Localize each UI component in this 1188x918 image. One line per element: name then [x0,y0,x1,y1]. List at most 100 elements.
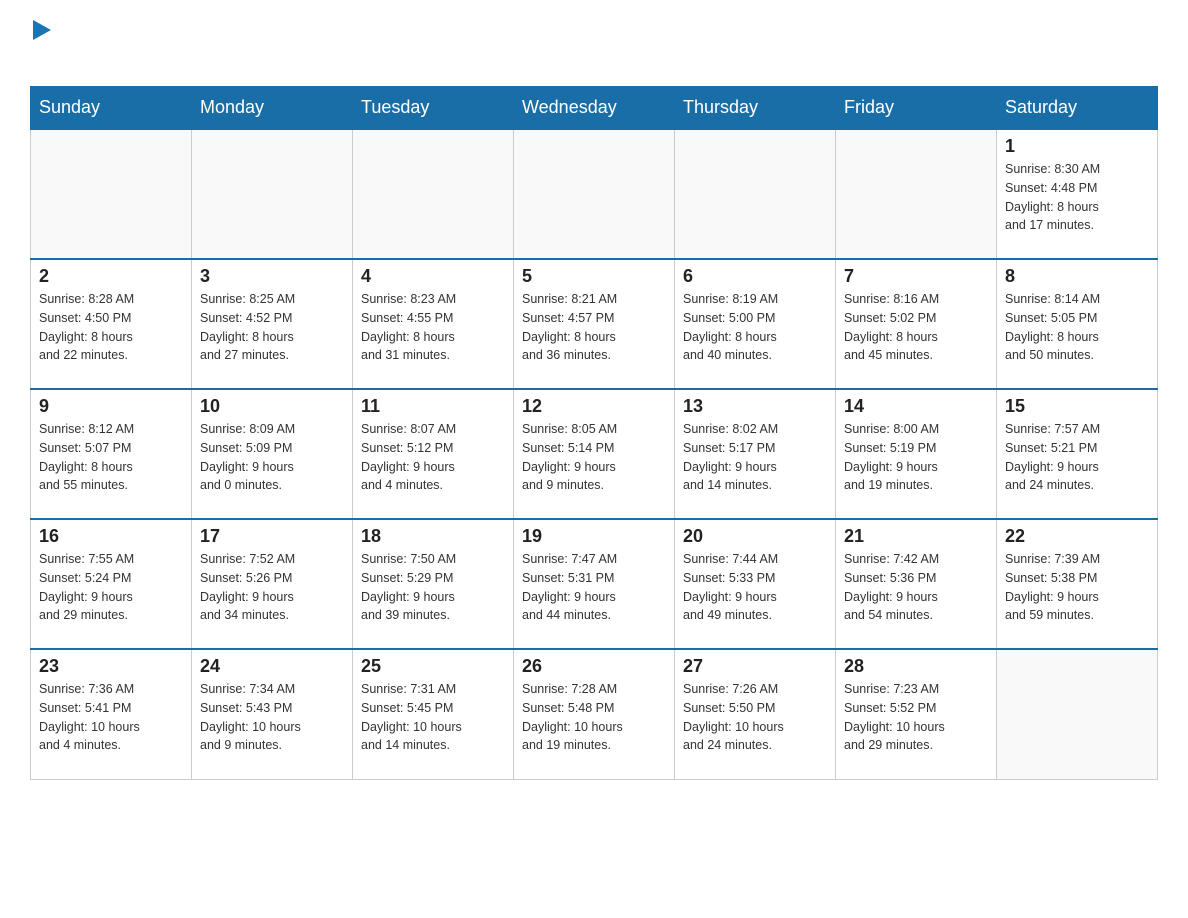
weekday-header-thursday: Thursday [675,87,836,130]
calendar-cell: 23 Sunrise: 7:36 AMSunset: 5:41 PMDayligh… [31,649,192,779]
day-info: Sunrise: 8:00 AMSunset: 5:19 PMDaylight:… [844,420,988,495]
day-number: 5 [522,266,666,287]
logo-blue-text [30,42,34,75]
day-info: Sunrise: 8:16 AMSunset: 5:02 PMDaylight:… [844,290,988,365]
day-number: 17 [200,526,344,547]
weekday-header-monday: Monday [192,87,353,130]
logo-triangle-icon [33,20,51,40]
calendar-cell: 9 Sunrise: 8:12 AMSunset: 5:07 PMDaylight… [31,389,192,519]
day-info: Sunrise: 8:21 AMSunset: 4:57 PMDaylight:… [522,290,666,365]
calendar-cell: 1 Sunrise: 8:30 AMSunset: 4:48 PMDaylight… [997,129,1158,259]
day-info: Sunrise: 7:57 AMSunset: 5:21 PMDaylight:… [1005,420,1149,495]
calendar-cell: 22 Sunrise: 7:39 AMSunset: 5:38 PMDayligh… [997,519,1158,649]
calendar-cell: 21 Sunrise: 7:42 AMSunset: 5:36 PMDayligh… [836,519,997,649]
day-number: 4 [361,266,505,287]
day-number: 18 [361,526,505,547]
day-info: Sunrise: 8:19 AMSunset: 5:00 PMDaylight:… [683,290,827,365]
day-number: 12 [522,396,666,417]
weekday-header-friday: Friday [836,87,997,130]
calendar-cell: 5 Sunrise: 8:21 AMSunset: 4:57 PMDaylight… [514,259,675,389]
day-number: 24 [200,656,344,677]
calendar-cell: 14 Sunrise: 8:00 AMSunset: 5:19 PMDayligh… [836,389,997,519]
calendar-cell: 10Sunrise: 8:09 AMSunset: 5:09 PMDayligh… [192,389,353,519]
calendar-cell: 16Sunrise: 7:55 AMSunset: 5:24 PMDayligh… [31,519,192,649]
day-info: Sunrise: 8:28 AMSunset: 4:50 PMDaylight:… [39,290,183,365]
calendar-cell: 25 Sunrise: 7:31 AMSunset: 5:45 PMDayligh… [353,649,514,779]
day-info: Sunrise: 7:36 AMSunset: 5:41 PMDaylight:… [39,680,183,755]
day-number: 26 [522,656,666,677]
calendar-cell [836,129,997,259]
day-number: 11 [361,396,505,417]
day-number: 28 [844,656,988,677]
day-info: Sunrise: 8:12 AMSunset: 5:07 PMDaylight:… [39,420,183,495]
calendar-week-row: 9 Sunrise: 8:12 AMSunset: 5:07 PMDaylight… [31,389,1158,519]
day-number: 3 [200,266,344,287]
day-number: 15 [1005,396,1149,417]
day-info: Sunrise: 7:26 AMSunset: 5:50 PMDaylight:… [683,680,827,755]
day-number: 13 [683,396,827,417]
day-number: 20 [683,526,827,547]
calendar-cell: 8 Sunrise: 8:14 AMSunset: 5:05 PMDaylight… [997,259,1158,389]
calendar-header-row: SundayMondayTuesdayWednesdayThursdayFrid… [31,87,1158,130]
day-number: 9 [39,396,183,417]
day-number: 14 [844,396,988,417]
calendar-cell [192,129,353,259]
day-info: Sunrise: 7:47 AMSunset: 5:31 PMDaylight:… [522,550,666,625]
calendar-cell [997,649,1158,779]
weekday-header-saturday: Saturday [997,87,1158,130]
day-number: 27 [683,656,827,677]
calendar-cell: 13 Sunrise: 8:02 AMSunset: 5:17 PMDayligh… [675,389,836,519]
day-info: Sunrise: 8:07 AMSunset: 5:12 PMDaylight:… [361,420,505,495]
day-info: Sunrise: 8:02 AMSunset: 5:17 PMDaylight:… [683,420,827,495]
day-info: Sunrise: 7:39 AMSunset: 5:38 PMDaylight:… [1005,550,1149,625]
weekday-header-tuesday: Tuesday [353,87,514,130]
calendar-table: SundayMondayTuesdayWednesdayThursdayFrid… [30,86,1158,780]
day-number: 8 [1005,266,1149,287]
calendar-cell: 27 Sunrise: 7:26 AMSunset: 5:50 PMDayligh… [675,649,836,779]
calendar-cell: 4Sunrise: 8:23 AMSunset: 4:55 PMDaylight… [353,259,514,389]
page-header [30,20,1158,76]
calendar-cell: 15 Sunrise: 7:57 AMSunset: 5:21 PMDayligh… [997,389,1158,519]
day-info: Sunrise: 7:50 AMSunset: 5:29 PMDaylight:… [361,550,505,625]
weekday-header-wednesday: Wednesday [514,87,675,130]
weekday-header-sunday: Sunday [31,87,192,130]
calendar-week-row: 1 Sunrise: 8:30 AMSunset: 4:48 PMDaylight… [31,129,1158,259]
calendar-cell: 20 Sunrise: 7:44 AMSunset: 5:33 PMDayligh… [675,519,836,649]
day-number: 21 [844,526,988,547]
calendar-week-row: 23 Sunrise: 7:36 AMSunset: 5:41 PMDayligh… [31,649,1158,779]
day-number: 10 [200,396,344,417]
day-number: 6 [683,266,827,287]
day-number: 19 [522,526,666,547]
calendar-cell [514,129,675,259]
calendar-cell: 11 Sunrise: 8:07 AMSunset: 5:12 PMDayligh… [353,389,514,519]
calendar-cell: 17 Sunrise: 7:52 AMSunset: 5:26 PMDayligh… [192,519,353,649]
day-number: 1 [1005,136,1149,157]
day-number: 25 [361,656,505,677]
calendar-cell [675,129,836,259]
day-number: 2 [39,266,183,287]
day-info: Sunrise: 8:14 AMSunset: 5:05 PMDaylight:… [1005,290,1149,365]
day-info: Sunrise: 7:23 AMSunset: 5:52 PMDaylight:… [844,680,988,755]
day-info: Sunrise: 7:42 AMSunset: 5:36 PMDaylight:… [844,550,988,625]
day-info: Sunrise: 7:44 AMSunset: 5:33 PMDaylight:… [683,550,827,625]
day-info: Sunrise: 8:05 AMSunset: 5:14 PMDaylight:… [522,420,666,495]
day-info: Sunrise: 8:30 AMSunset: 4:48 PMDaylight:… [1005,160,1149,235]
day-info: Sunrise: 8:25 AMSunset: 4:52 PMDaylight:… [200,290,344,365]
logo [30,20,51,76]
calendar-cell [353,129,514,259]
calendar-cell: 19 Sunrise: 7:47 AMSunset: 5:31 PMDayligh… [514,519,675,649]
calendar-week-row: 2 Sunrise: 8:28 AMSunset: 4:50 PMDaylight… [31,259,1158,389]
calendar-cell [31,129,192,259]
calendar-cell: 3 Sunrise: 8:25 AMSunset: 4:52 PMDaylight… [192,259,353,389]
calendar-cell: 18 Sunrise: 7:50 AMSunset: 5:29 PMDayligh… [353,519,514,649]
calendar-cell: 12 Sunrise: 8:05 AMSunset: 5:14 PMDayligh… [514,389,675,519]
calendar-cell: 2 Sunrise: 8:28 AMSunset: 4:50 PMDaylight… [31,259,192,389]
day-number: 16 [39,526,183,547]
day-number: 23 [39,656,183,677]
day-info: Sunrise: 7:52 AMSunset: 5:26 PMDaylight:… [200,550,344,625]
calendar-week-row: 16Sunrise: 7:55 AMSunset: 5:24 PMDayligh… [31,519,1158,649]
day-number: 22 [1005,526,1149,547]
calendar-cell: 7Sunrise: 8:16 AMSunset: 5:02 PMDaylight… [836,259,997,389]
day-info: Sunrise: 7:31 AMSunset: 5:45 PMDaylight:… [361,680,505,755]
calendar-cell: 26Sunrise: 7:28 AMSunset: 5:48 PMDayligh… [514,649,675,779]
